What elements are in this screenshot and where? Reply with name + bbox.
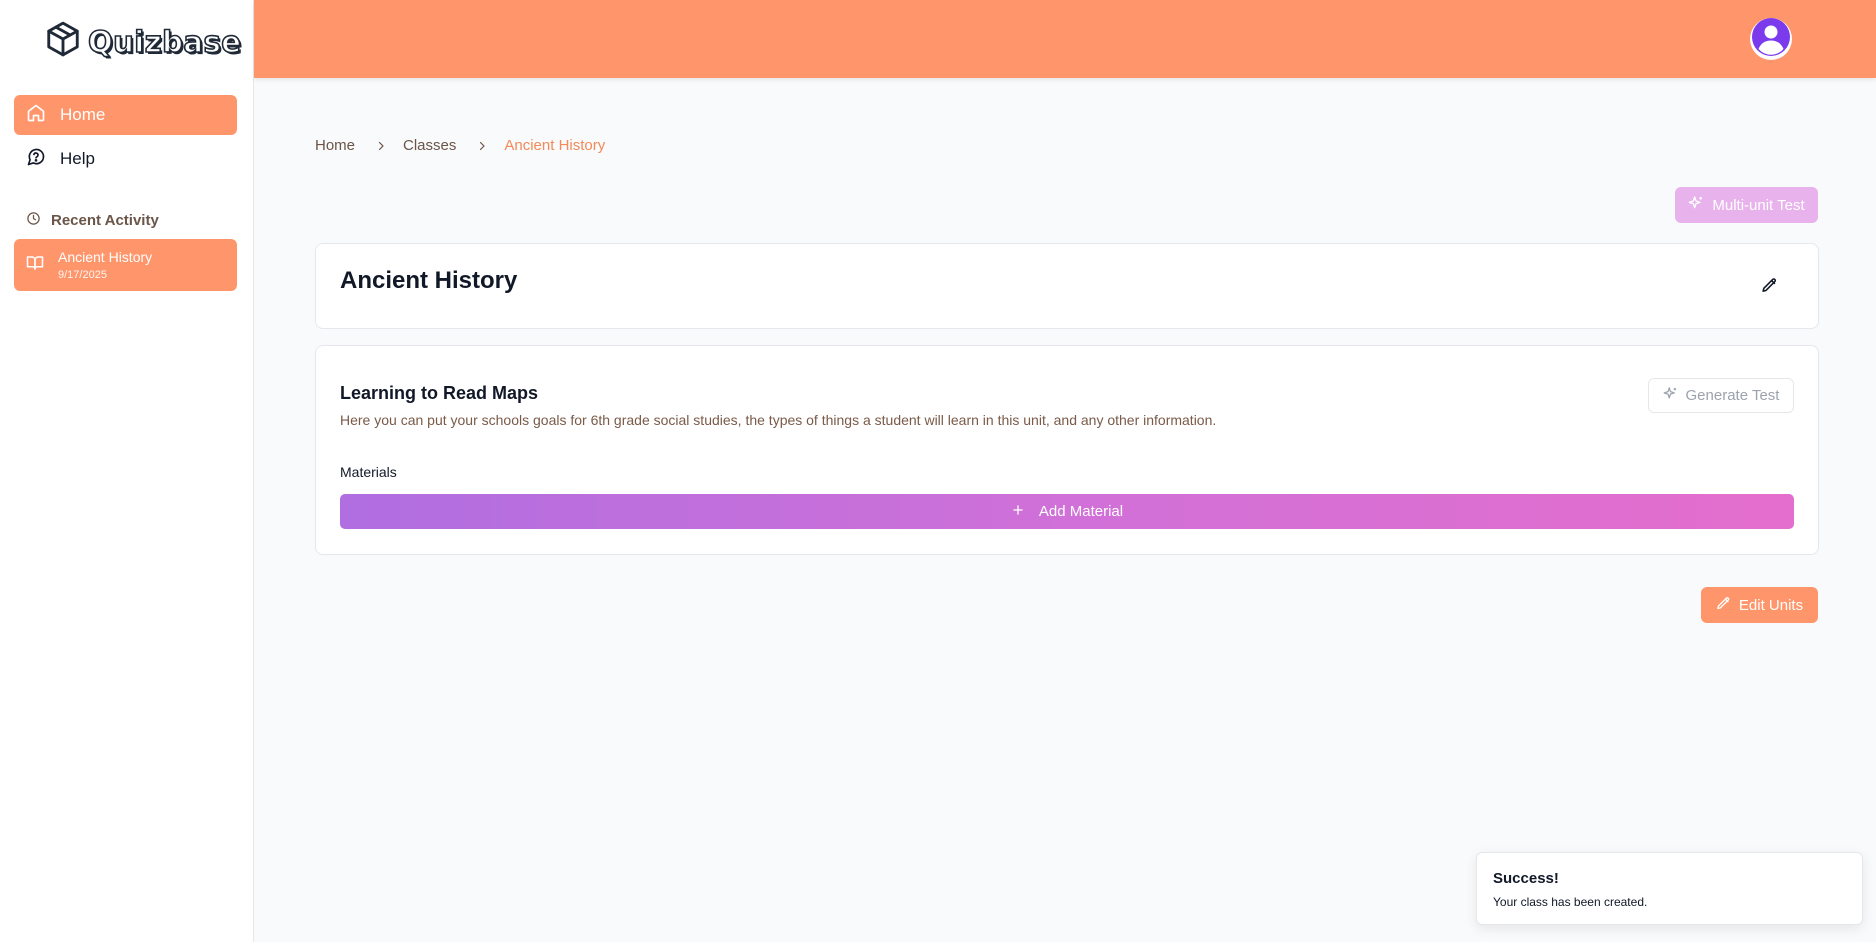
unit-title: Learning to Read Maps [340, 383, 539, 403]
class-title-card: Ancient History [315, 243, 1819, 329]
toast-title: Success! [1493, 870, 1559, 887]
user-avatar-icon [1750, 16, 1792, 63]
materials-label: Materials [340, 464, 397, 480]
home-icon [26, 103, 46, 128]
recent-item-ancient-history[interactable]: Ancient History 9/17/2025 [14, 239, 237, 291]
sidebar-item-home[interactable]: Home [14, 95, 237, 135]
pencil-icon [1716, 596, 1731, 615]
recent-item-title: Ancient History [58, 249, 153, 265]
sidebar-item-label: Help [60, 149, 95, 168]
edit-class-button[interactable] [1758, 277, 1780, 299]
app-logo[interactable]: Quizbase [44, 20, 242, 63]
help-icon [26, 147, 46, 172]
generate-test-label: Generate Test [1685, 387, 1780, 404]
chevron-right-icon [375, 140, 387, 152]
add-material-label: Add Material [1038, 503, 1124, 520]
multi-unit-test-label: Multi-unit Test [1712, 196, 1805, 214]
unit-description: Here you can put your schools goals for … [340, 412, 1217, 428]
pencil-icon [1761, 277, 1778, 299]
recent-item-date: 9/17/2025 [58, 269, 107, 281]
breadcrumb: Home Classes Ancient History [315, 137, 605, 154]
recent-activity-header: Recent Activity [26, 211, 159, 230]
sparkles-icon [1688, 195, 1704, 215]
chevron-right-icon [476, 140, 488, 152]
edit-units-label: Edit Units [1738, 596, 1804, 614]
breadcrumb-home[interactable]: Home [315, 137, 355, 154]
multi-unit-test-button[interactable]: Multi-unit Test [1675, 187, 1818, 223]
plus-icon [1011, 503, 1025, 521]
success-toast[interactable]: Success! Your class has been created. [1476, 852, 1863, 925]
book-open-icon [26, 254, 44, 277]
sidebar-item-help[interactable]: Help [14, 139, 237, 179]
user-avatar[interactable] [1750, 16, 1792, 63]
unit-card: Learning to Read Maps Here you can put y… [315, 345, 1819, 555]
generate-test-button[interactable]: Generate Test [1648, 378, 1794, 413]
sparkles-icon [1663, 386, 1678, 405]
box-icon [44, 20, 82, 63]
sidebar: Quizbase Home Help Recent Activity Ancie… [0, 0, 254, 942]
breadcrumb-current: Ancient History [504, 137, 606, 154]
logo-text: Quizbase [87, 24, 242, 60]
top-bar [254, 0, 1876, 78]
toast-message: Your class has been created. [1493, 895, 1648, 909]
clock-icon [26, 211, 41, 230]
breadcrumb-classes[interactable]: Classes [403, 137, 456, 154]
add-material-button[interactable]: Add Material [340, 494, 1794, 529]
edit-units-button[interactable]: Edit Units [1701, 587, 1818, 623]
sidebar-item-label: Home [60, 105, 106, 124]
recent-activity-label: Recent Activity [51, 212, 159, 229]
page-title: Ancient History [340, 267, 518, 294]
